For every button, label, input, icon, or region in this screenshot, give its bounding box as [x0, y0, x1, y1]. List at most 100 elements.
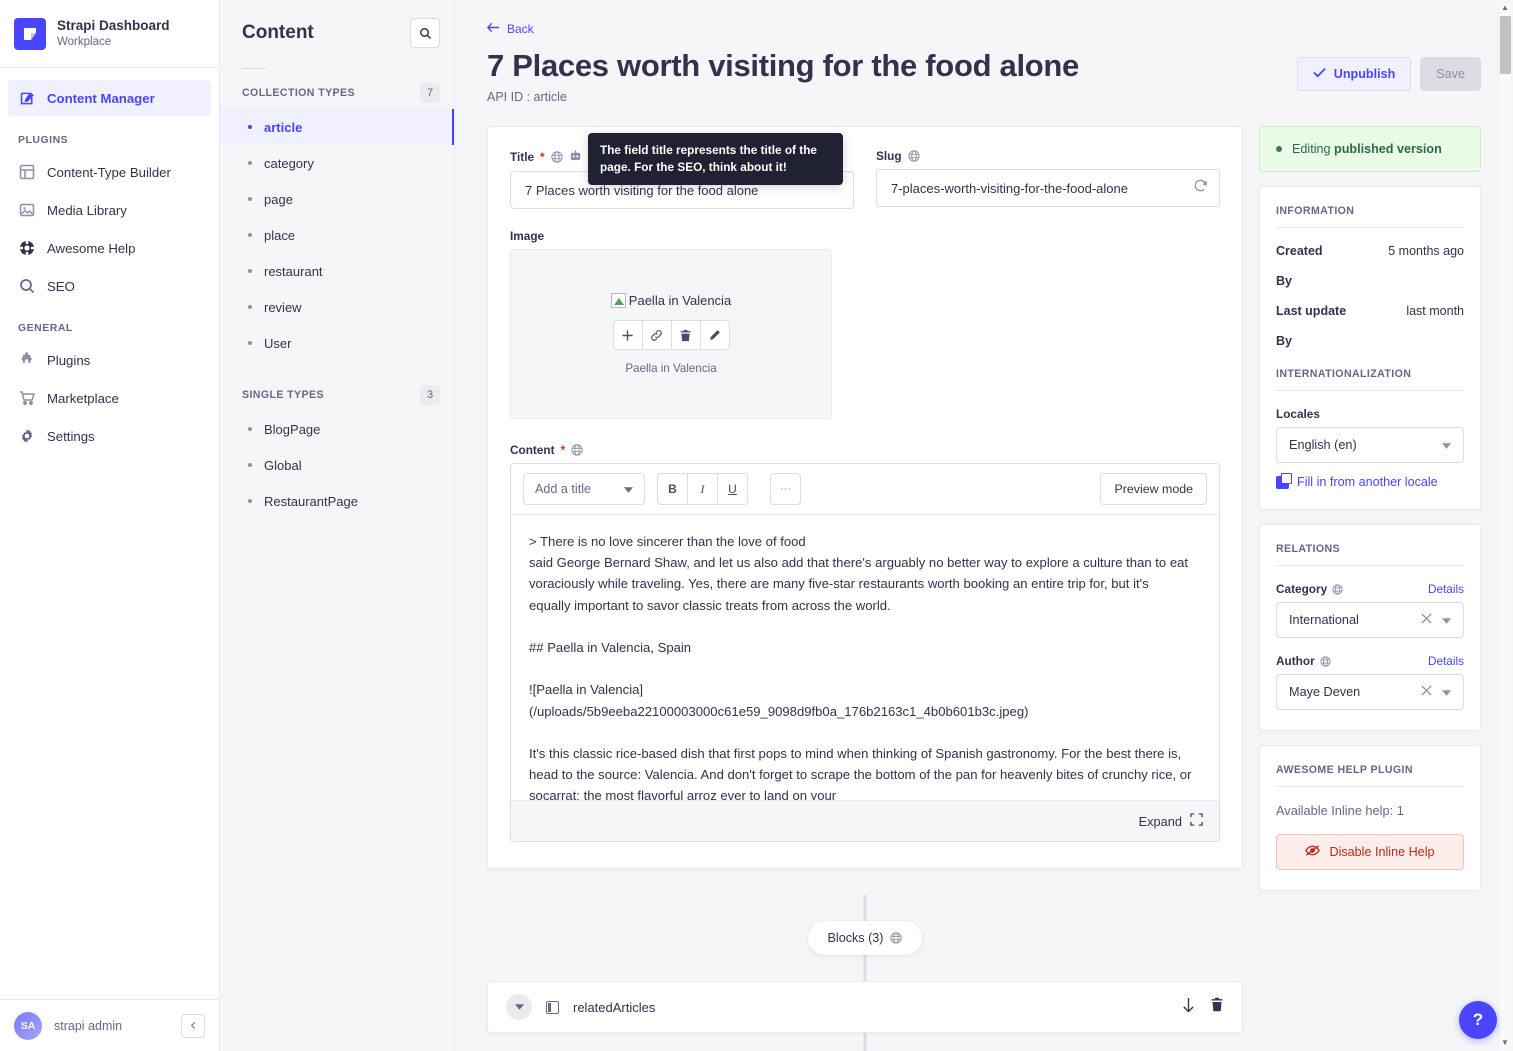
refresh-icon[interactable] — [1193, 178, 1208, 198]
fill-from-locale-link[interactable]: Fill in from another locale — [1276, 475, 1464, 489]
entry-form-card: Title* The field title represents the ti… — [487, 126, 1243, 869]
image-label-text: Image — [510, 229, 544, 243]
copy-icon — [1276, 476, 1289, 489]
content-type-place[interactable]: place — [220, 217, 454, 253]
single-type-blogpage[interactable]: BlogPage — [220, 411, 454, 447]
information-heading: INFORMATION — [1276, 205, 1464, 228]
more-options-button[interactable]: ··· — [770, 473, 801, 505]
chevron-down-icon[interactable] — [506, 994, 532, 1020]
arrow-left-icon — [487, 22, 500, 36]
sidebar-item-content-manager[interactable]: Content Manager — [8, 80, 211, 116]
editor-footer: Expand — [511, 800, 1219, 841]
underline-button[interactable]: U — [717, 473, 748, 505]
clear-category-icon[interactable] — [1421, 613, 1432, 627]
information-card: INFORMATION Created 5 months ago By Last… — [1259, 186, 1481, 510]
category-details-link[interactable]: Details — [1428, 582, 1464, 596]
add-image-button[interactable] — [613, 320, 643, 350]
relations-heading: RELATIONS — [1276, 543, 1464, 566]
sidebar-item-settings[interactable]: Settings — [8, 418, 211, 454]
single-types-count: 3 — [420, 385, 440, 405]
clear-author-icon[interactable] — [1421, 685, 1432, 699]
preview-mode-button[interactable]: Preview mode — [1100, 473, 1207, 505]
locales-label: Locales — [1276, 407, 1464, 421]
author-select[interactable]: Maye Deven — [1276, 674, 1464, 710]
content-type-user[interactable]: User — [220, 325, 454, 361]
sidebar-item-media-library[interactable]: Media Library — [8, 192, 211, 228]
nav-section: Content Manager PLUGINS Content-Type Bui… — [0, 68, 219, 456]
editor-side-column: Editing published version INFORMATION Cr… — [1259, 126, 1481, 1033]
single-type-restaurantpage[interactable]: RestaurantPage — [220, 483, 454, 519]
trash-icon[interactable] — [671, 320, 701, 350]
expand-editor-button[interactable]: Expand — [1139, 813, 1203, 829]
locale-select[interactable]: English (en) — [1276, 427, 1464, 463]
category-relation-header: Category Details — [1276, 582, 1464, 596]
content-type-review[interactable]: review — [220, 289, 454, 325]
relations-card: RELATIONS Category Details International — [1259, 524, 1481, 731]
markdown-editor: Add a title B I U ·· — [510, 463, 1220, 842]
slug-field: Slug — [876, 149, 1220, 209]
content-field-label: Content* — [510, 443, 1220, 457]
content-type-category[interactable]: category — [220, 145, 454, 181]
author-details-link[interactable]: Details — [1428, 654, 1464, 668]
content-type-restaurant[interactable]: restaurant — [220, 253, 454, 289]
disable-inline-help-button[interactable]: Disable Inline Help — [1276, 834, 1464, 870]
slug-input[interactable] — [876, 169, 1220, 207]
status-prefix: Editing — [1292, 142, 1334, 156]
sidebar-item-content-type-builder[interactable]: Content-Type Builder — [8, 154, 211, 190]
italic-button[interactable]: I — [687, 473, 718, 505]
dynamic-zone-component-row: relatedArticles — [487, 981, 1243, 1033]
author-label: Author — [1276, 654, 1315, 668]
help-fab-button[interactable]: ? — [1459, 1001, 1497, 1039]
markdown-textarea[interactable]: > There is no love sincerer than the lov… — [511, 515, 1219, 800]
header-actions: Unpublish Save — [1297, 57, 1481, 91]
internationalization-heading: INTERNATIONALIZATION — [1276, 368, 1464, 391]
save-label: Save — [1436, 67, 1465, 81]
puzzle-icon — [18, 351, 36, 369]
unpublish-label: Unpublish — [1334, 67, 1396, 81]
back-link[interactable]: Back — [487, 22, 534, 36]
content-type-article[interactable]: article — [220, 109, 454, 145]
save-button[interactable]: Save — [1420, 57, 1481, 91]
bold-button[interactable]: B — [657, 473, 688, 505]
brand-title: Strapi Dashboard — [57, 18, 170, 34]
image-action-group — [613, 320, 730, 350]
cart-icon — [18, 389, 36, 407]
single-type-global[interactable]: Global — [220, 447, 454, 483]
sidebar-item-marketplace[interactable]: Marketplace — [8, 380, 211, 416]
search-content-types-button[interactable] — [410, 18, 440, 48]
image-icon — [18, 201, 36, 219]
info-row: Last update last month — [1276, 304, 1464, 318]
required-marker: * — [540, 150, 545, 164]
nav-group-label-general: GENERAL — [8, 306, 211, 342]
sidebar-item-label: SEO — [47, 279, 75, 294]
gear-icon — [18, 427, 36, 445]
info-key: By — [1276, 274, 1292, 288]
single-type-label: BlogPage — [264, 422, 320, 437]
sidebar-item-seo[interactable]: SEO — [8, 268, 211, 304]
blocks-pill[interactable]: Blocks (3) — [808, 921, 923, 955]
link-icon[interactable] — [642, 320, 672, 350]
search-icon — [18, 277, 36, 295]
image-field: Image Paella in Valencia — [510, 229, 1220, 419]
arrow-down-icon[interactable] — [1181, 997, 1196, 1018]
collapse-sidebar-button[interactable] — [181, 1014, 205, 1038]
inline-help-icon[interactable] — [569, 149, 582, 165]
chevron-down-icon — [1442, 685, 1451, 699]
slug-field-label: Slug — [876, 149, 1220, 163]
blocks-label: Blocks (3) — [828, 931, 884, 945]
api-id-label: API ID : article — [487, 90, 1079, 104]
sidebar-item-plugins[interactable]: Plugins — [8, 342, 211, 378]
brand-subtitle: Workplace — [57, 36, 170, 50]
category-select[interactable]: International — [1276, 602, 1464, 638]
trash-icon[interactable] — [1210, 997, 1224, 1017]
pencil-icon[interactable] — [700, 320, 730, 350]
heading-select[interactable]: Add a title — [523, 473, 645, 505]
unpublish-button[interactable]: Unpublish — [1297, 57, 1412, 91]
sidebar-item-awesome-help[interactable]: Awesome Help — [8, 230, 211, 266]
content-type-page[interactable]: page — [220, 181, 454, 217]
sidebar-item-label: Marketplace — [47, 391, 119, 406]
sidebar-item-label: Content Manager — [47, 91, 155, 106]
slug-input-wrap — [876, 169, 1220, 207]
info-value: 5 months ago — [1388, 244, 1464, 258]
required-marker: * — [561, 443, 566, 457]
